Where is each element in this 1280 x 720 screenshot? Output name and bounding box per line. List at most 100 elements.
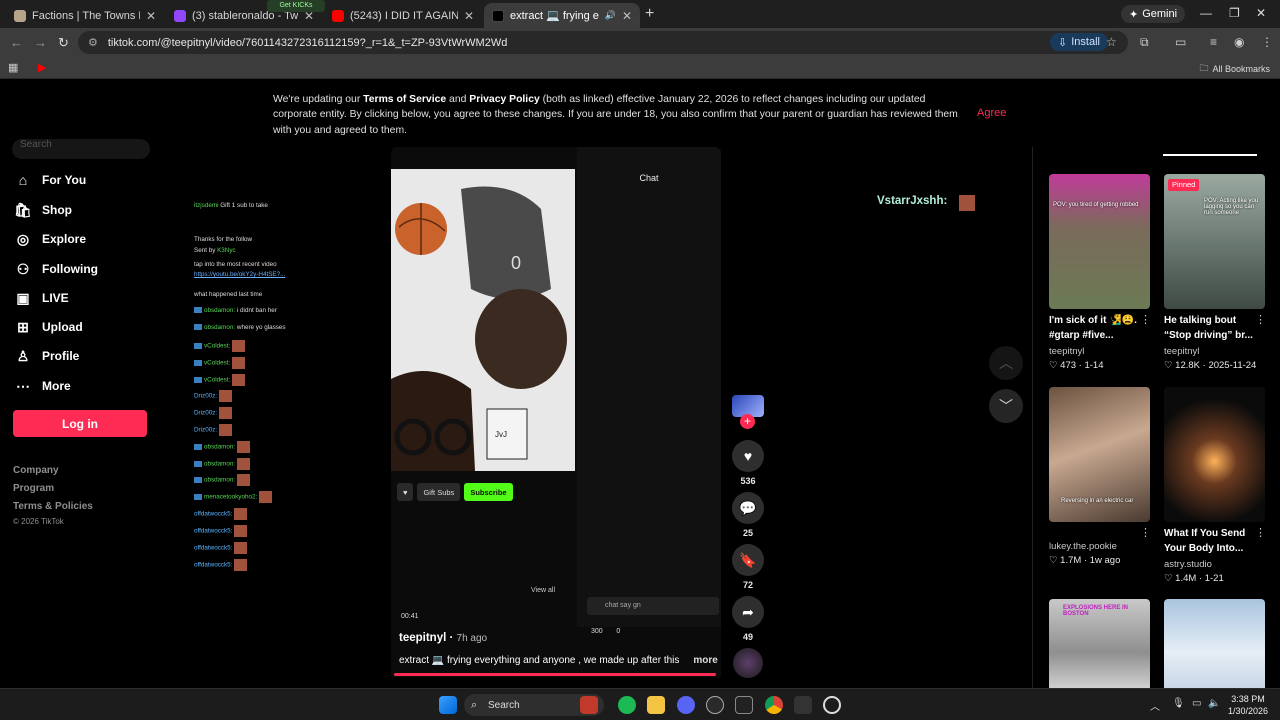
all-bookmarks[interactable]: 🗀 All Bookmarks: [1199, 61, 1270, 77]
file-explorer-icon[interactable]: [647, 696, 665, 714]
terms-link[interactable]: Terms of Service: [363, 94, 446, 105]
video-user[interactable]: teepitnyl: [1164, 346, 1199, 357]
video-author[interactable]: teepitnyl · 7h ago: [399, 632, 487, 644]
sidebar-item-live[interactable]: ▣ LIVE: [14, 287, 68, 309]
more-options-icon[interactable]: ⋮: [1255, 526, 1266, 539]
volume-icon[interactable]: 🔈: [1208, 698, 1220, 709]
mute-tab-icon[interactable]: 🔊: [605, 10, 616, 21]
reload-icon[interactable]: ↻: [58, 35, 69, 51]
forward-icon[interactable]: →: [34, 35, 47, 50]
copyright: © 2026 TikTok: [13, 517, 64, 526]
sidebar-item-explore[interactable]: ◎ Explore: [14, 228, 86, 250]
system-clock[interactable]: 3:38 PM 1/30/2026: [1228, 693, 1268, 717]
more-options-icon[interactable]: ⋮: [1140, 313, 1151, 326]
save-button[interactable]: 🔖: [732, 544, 764, 576]
taskbar-game-icon[interactable]: [580, 696, 598, 714]
close-tab-icon[interactable]: ✕: [464, 9, 474, 23]
video-thumbnail[interactable]: [1164, 599, 1265, 688]
epic-games-icon[interactable]: [735, 696, 753, 714]
gemini-button[interactable]: ✦ Gemini: [1121, 5, 1186, 23]
browser-tab-active[interactable]: extract 💻 frying everything 🔊 ✕: [484, 3, 640, 28]
video-user[interactable]: teepitnyl: [1049, 346, 1084, 357]
tray-chevron-icon[interactable]: ︿: [1150, 698, 1160, 713]
install-app-button[interactable]: ⇩ Install: [1050, 33, 1108, 51]
tab-search-icon[interactable]: ▭: [1175, 35, 1186, 49]
sidebar-item-profile[interactable]: ♙ Profile: [14, 345, 80, 367]
chat-message: obsdamon: i didnt ban her: [194, 307, 277, 314]
spotify-icon[interactable]: [618, 696, 636, 714]
obs-icon[interactable]: [823, 696, 841, 714]
address-bar[interactable]: ⚙ tiktok.com/@teepitnyl/video/7601143272…: [78, 31, 1128, 54]
sidebar-item-for-you[interactable]: ⌂ For You: [14, 169, 86, 191]
tiktok-icon: [492, 9, 504, 22]
music-disc-icon[interactable]: [733, 648, 763, 678]
chrome-icon[interactable]: [765, 696, 783, 714]
footer-link-program[interactable]: Program: [13, 483, 54, 494]
video-progress-bar[interactable]: [394, 673, 716, 676]
sidebar-item-more[interactable]: ⋯ More: [14, 375, 71, 397]
display-icon[interactable]: ▭: [1192, 698, 1201, 709]
next-video-button[interactable]: ﹀: [989, 389, 1023, 423]
comment-button[interactable]: 💬: [732, 492, 764, 524]
follow-plus-icon[interactable]: +: [740, 414, 755, 429]
chat-header: Chat: [639, 173, 659, 183]
video-user[interactable]: astry.studio: [1164, 559, 1212, 570]
site-info-icon[interactable]: ⚙: [88, 36, 98, 49]
tab-active-indicator: [1163, 154, 1257, 156]
apps-grid-icon[interactable]: ▦: [8, 61, 18, 74]
video-thumbnail[interactable]: [1164, 387, 1265, 522]
windows-start-icon[interactable]: [439, 696, 457, 714]
back-icon[interactable]: ←: [10, 35, 23, 50]
more-options-icon[interactable]: ⋮: [1255, 313, 1266, 326]
more-options-icon[interactable]: ⋮: [1140, 526, 1151, 539]
video-thumbnail[interactable]: EXPLOSIONS HERE IN BOSTON: [1049, 599, 1150, 688]
new-tab-button[interactable]: +: [645, 5, 654, 23]
chat-message: obsdamon: where yo glasses: [194, 324, 286, 331]
extensions-icon[interactable]: ⧉: [1140, 35, 1149, 50]
search-input[interactable]: Search: [12, 139, 150, 159]
minimize-icon[interactable]: —: [1200, 6, 1212, 20]
video-stats: ♡ 1.7M · 1w ago: [1049, 555, 1121, 566]
chat-message: offdatwocck5:: [194, 525, 248, 537]
browser-tab[interactable]: Factions | The Towns Roleplay ✕: [6, 3, 164, 28]
video-title[interactable]: What If You Send Your Body Into...: [1164, 526, 1256, 556]
video-user[interactable]: lukey.the.pookie: [1049, 541, 1117, 552]
view-all-text: View all: [531, 587, 555, 594]
footer-link-terms[interactable]: Terms & Policies: [13, 501, 93, 512]
bookmark-star-icon[interactable]: ☆: [1106, 35, 1117, 49]
sidebar-item-following[interactable]: ⚇ Following: [14, 258, 98, 280]
comment-icon: 💬: [739, 499, 757, 516]
video-title[interactable]: I'm sick of it 🧏‍♂️😩. #gtarp #five...: [1049, 313, 1141, 343]
menu-kebab-icon[interactable]: ⋮: [1261, 35, 1273, 49]
restore-icon[interactable]: ❐: [1229, 6, 1240, 20]
previous-video-button[interactable]: ︿: [989, 346, 1023, 380]
close-window-icon[interactable]: ✕: [1256, 6, 1266, 20]
video-thumbnail[interactable]: POV: Acting like you lagging so you can …: [1164, 174, 1265, 309]
privacy-link[interactable]: Privacy Policy: [469, 94, 539, 105]
comment-username[interactable]: VstarrJxshh:: [877, 195, 947, 207]
close-tab-icon[interactable]: ✕: [622, 9, 632, 23]
discord-icon[interactable]: [677, 696, 695, 714]
sidebar-item-shop[interactable]: 🛍 Shop: [14, 199, 72, 221]
taskbar-app-icon[interactable]: [794, 696, 812, 714]
youtube-bookmark-icon[interactable]: ▶: [38, 61, 46, 74]
agree-button[interactable]: Agree: [977, 107, 1006, 119]
comment-count: 25: [742, 528, 753, 538]
footer-link-company[interactable]: Company: [13, 465, 59, 476]
chat-message: Driz00z:: [194, 424, 233, 436]
following-icon: ⚇: [16, 260, 30, 277]
media-controls-icon[interactable]: ≡: [1210, 35, 1217, 49]
video-title[interactable]: He talking bout “Stop driving” br...: [1164, 313, 1256, 343]
share-button[interactable]: ➦: [732, 596, 764, 628]
like-button[interactable]: ♥: [732, 440, 764, 472]
video-thumbnail[interactable]: Reversing in an electric car: [1049, 387, 1150, 522]
log-in-button[interactable]: Log in: [13, 410, 147, 437]
sidebar-item-upload[interactable]: ⊞ Upload: [14, 316, 83, 338]
video-thumbnail[interactable]: POV: you tired of getting robbed: [1049, 174, 1150, 309]
steam-icon[interactable]: [706, 696, 724, 714]
caption-more-button[interactable]: more: [693, 655, 717, 666]
profile-avatar-icon[interactable]: ◉: [1234, 35, 1244, 49]
browser-tab[interactable]: (5243) I DID IT AGAIN - YouTube ✕: [324, 3, 482, 28]
microphone-icon[interactable]: 🎙: [1172, 698, 1185, 709]
close-tab-icon[interactable]: ✕: [146, 9, 156, 23]
